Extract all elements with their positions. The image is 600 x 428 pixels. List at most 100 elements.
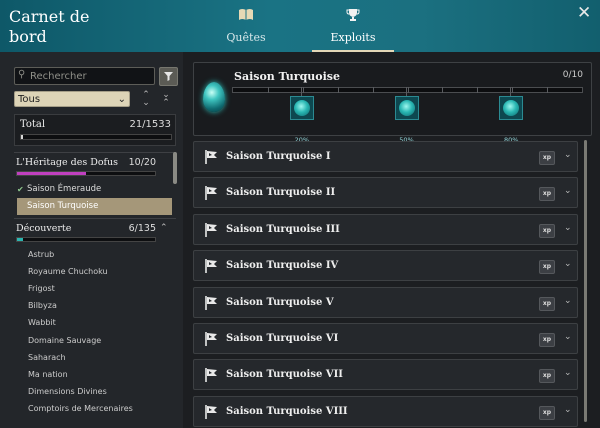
xp-reward-icon: xp [539,333,555,347]
subcategory-label: Saison Turquoise [27,201,99,211]
achievement-row[interactable]: Saison Turquoise V xp ⌄ [193,286,578,318]
achievement-flag-icon [203,258,219,274]
tab-exploits[interactable]: Exploits [312,8,394,52]
achievement-name: Saison Turquoise V [226,296,334,308]
category-decouverte[interactable]: Découverte 6/135 ⌃ [14,223,168,243]
book-icon [211,8,281,24]
subcategory-label: Saison Émeraude [27,184,102,194]
xp-reward-icon: xp [539,296,555,311]
chevron-up-icon[interactable]: ⌃ [160,223,168,233]
chevron-down-icon[interactable]: ⌄ [564,259,572,269]
sidebar-item[interactable]: Comptoirs de Mercenaires [28,404,133,413]
achievement-name: Saison Turquoise VI [226,333,339,344]
chevron-down-icon[interactable]: ⌄ [564,150,572,160]
category-select[interactable]: Tous ⌄ [14,91,130,107]
tab-exploits-label: Exploits [330,31,376,44]
close-icon[interactable]: ✕ [577,5,591,22]
progress-tick [547,87,549,93]
filter-icon [164,72,173,81]
checkmark-icon: ✔ [17,185,24,194]
achievement-row[interactable]: Saison Turquoise VII xp ⌄ [193,359,578,391]
progress-tick [407,87,409,93]
sidebar-item[interactable]: Ma nation [28,370,68,379]
sidebar-item[interactable]: Wabbit [28,318,56,327]
sidebar-item[interactable]: Bilbyza [28,301,57,310]
total-progress-fill [21,135,24,139]
achievement-row[interactable]: Saison Turquoise II xp ⌄ [193,177,578,209]
achievement-row[interactable]: Saison Turquoise IV xp ⌄ [193,250,578,282]
sidebar-item[interactable]: Astrub [28,250,54,259]
category-heritage[interactable]: L'Héritage des Dofus 10/20 [14,157,164,177]
xp-reward-icon: xp [539,187,555,202]
progress-tick [477,87,479,93]
achievement-flag-icon [203,295,219,311]
divider [14,152,176,153]
chevron-down-icon[interactable]: ⌄ [564,405,572,415]
tab-quetes[interactable]: Quêtes [211,8,281,44]
category-count: 6/135 [128,223,156,234]
season-count: 0/10 [562,70,583,80]
progress-tick [267,87,269,93]
achievement-flag-icon [203,149,219,165]
category-label: L'Héritage des Dofus [16,157,119,168]
sidebar-item[interactable]: Frigost [28,284,55,293]
season-summary: Saison Turquoise 0/10 20% 50% 80% [193,62,592,144]
category-progress-bar [16,237,156,242]
achievement-row[interactable]: Saison Turquoise VIII xp ⌄ [193,395,578,427]
sidebar-item[interactable]: Royaume Chuchoku [28,267,108,276]
total-progress: Total 21/1533 [14,114,176,146]
progress-tick [372,87,374,93]
xp-reward-icon: xp [539,369,555,384]
xp-reward-icon: xp [539,260,555,275]
chevron-down-icon[interactable]: ⌄ [564,296,572,306]
achievement-row[interactable]: Saison Turquoise III xp ⌄ [193,213,578,245]
achievement-name: Saison Turquoise VII [226,369,343,381]
achievement-name: Saison Turquoise II [226,187,336,199]
total-label: Total [20,119,46,130]
sidebar-item[interactable]: Dimensions Divines [28,387,107,396]
collapse-all-icon[interactable]: ⌄ ⌃ [159,91,173,108]
milestone-reward-icon[interactable] [394,87,419,120]
category-select-value: Tous [18,94,41,105]
progress-tick [337,87,339,93]
achievement-list-scrollbar[interactable] [584,140,587,422]
search-input[interactable] [30,68,150,84]
chevron-down-icon[interactable]: ⌄ [564,186,572,196]
xp-reward-icon: xp [539,405,555,420]
category-count: 10/20 [128,157,156,168]
achievement-flag-icon [203,404,219,420]
progress-tick [512,87,514,93]
subcategory-saison-emeraude[interactable]: ✔ Saison Émeraude [17,181,172,198]
season-title: Saison Turquoise [234,70,340,83]
sidebar-item[interactable]: Saharach [28,353,66,362]
achievement-flag-icon [203,185,219,201]
milestone-reward-icon[interactable] [289,87,314,120]
achievement-row[interactable]: Saison Turquoise I xp ⌄ [193,141,578,172]
sidebar-item[interactable]: Domaine Sauvage [28,336,101,345]
search-field[interactable]: ⚲ [14,67,155,85]
chevron-down-icon[interactable]: ⌄ [564,223,572,233]
achievement-flag-icon [203,367,219,383]
chevron-down-icon: ⌄ [117,94,126,105]
sort-icon[interactable]: ⌃ ⌄ [139,91,153,108]
achievement-name: Saison Turquoise IV [226,260,339,272]
milestone-reward-icon[interactable] [499,87,524,120]
filter-button[interactable] [159,67,178,86]
total-count: 21/1533 [129,119,171,130]
chevron-down-icon[interactable]: ⌄ [564,368,572,378]
season-progress-bar [232,87,583,93]
search-icon: ⚲ [18,69,26,80]
chevron-down-icon[interactable]: ⌄ [564,332,572,342]
achievement-row[interactable]: Saison Turquoise VI xp ⌄ [193,323,578,354]
achievement-flag-icon [203,331,219,347]
subcategory-saison-turquoise[interactable]: Saison Turquoise [17,198,172,215]
achievement-flag-icon [203,222,219,238]
tab-quetes-label: Quêtes [226,31,266,44]
sidebar-scrollbar[interactable] [173,152,177,184]
window-title: Carnet de bord [9,7,90,46]
divider [14,218,176,219]
window-header: Carnet de bord Quêtes Exploits ✕ [0,0,600,52]
total-progress-bar [20,134,172,140]
achievement-name: Saison Turquoise I [226,151,331,162]
sidebar: ⚲ Tous ⌄ ⌃⌄ ⌄⌃ Total 21/1533 L'Héritage … [0,52,183,428]
